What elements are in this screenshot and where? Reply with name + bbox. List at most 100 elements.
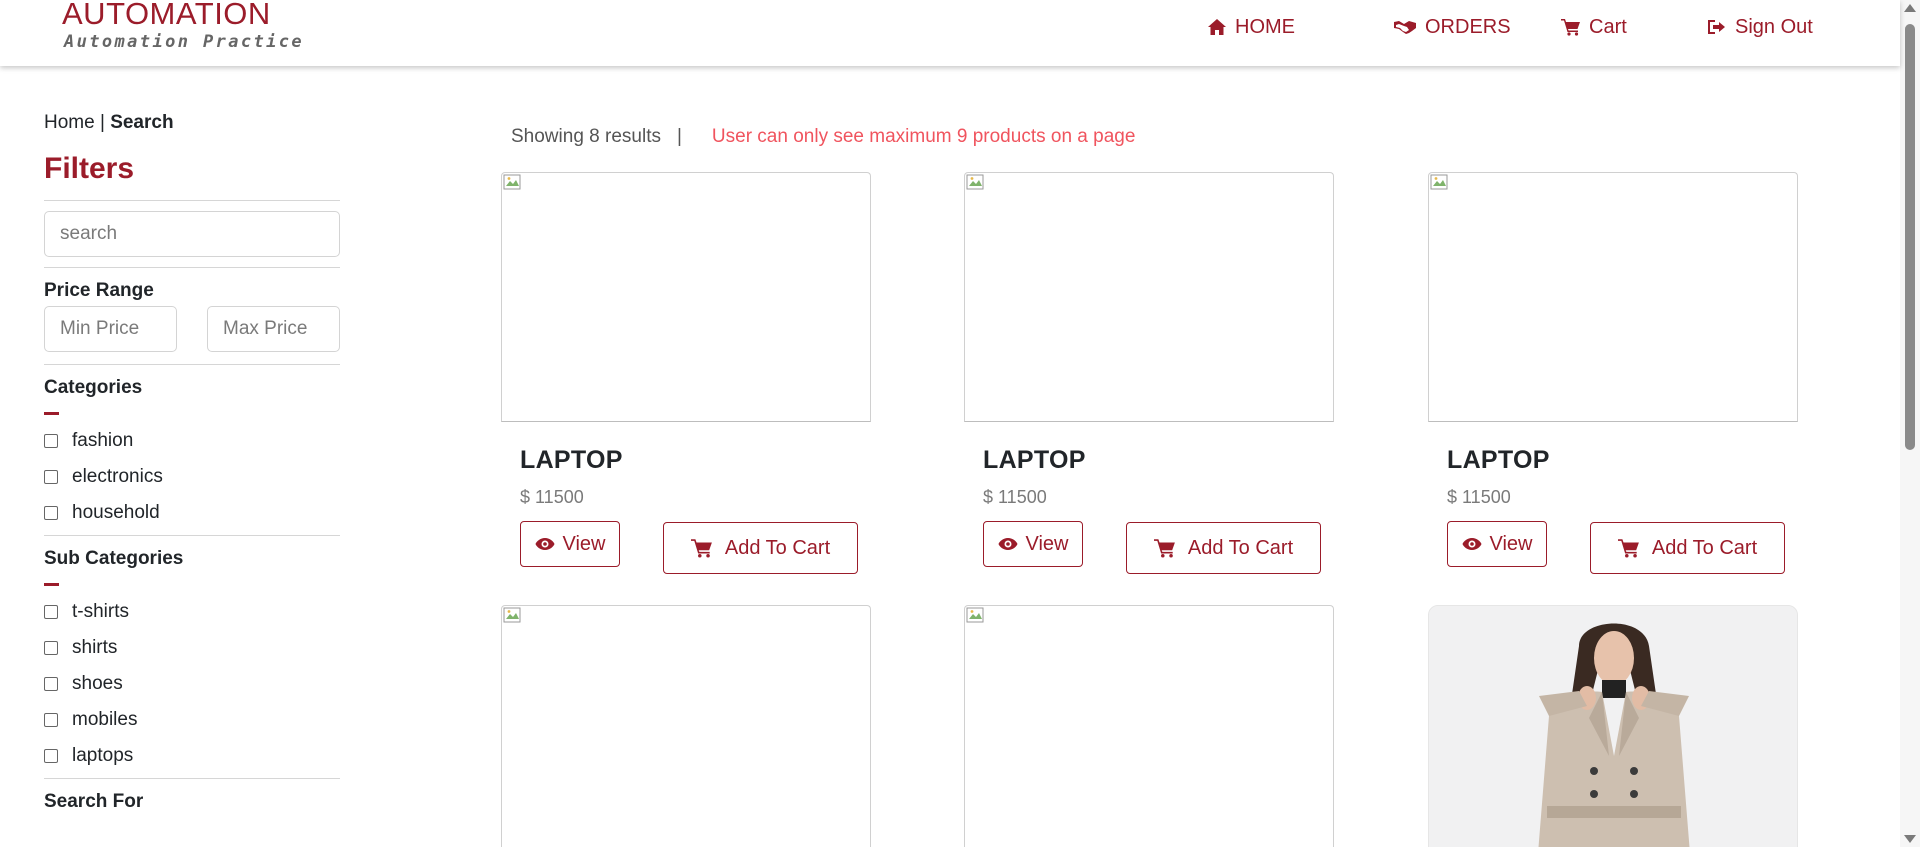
add-to-cart-label: Add To Cart [1187,536,1294,559]
category-label: electronics [72,466,163,487]
product-price: $ 11500 [983,487,1047,507]
broken-image-icon [966,607,984,623]
product-image-coat[interactable] [1428,605,1798,847]
cart-icon [690,539,712,558]
checkbox[interactable] [44,641,58,655]
results-limit-note: User can only see maximum 9 products on … [711,126,1136,147]
category-label: household [72,502,160,523]
checkbox[interactable] [44,749,58,763]
subcategory-label: t-shirts [72,601,129,622]
product-card: LAPTOP $ 11500 View Add To Cart [501,172,871,574]
cart-icon [1617,539,1639,558]
handshake-icon [1394,21,1416,34]
add-to-cart-label: Add To Cart [724,536,831,559]
product-price: $ 11500 [1447,487,1511,507]
nav-sign-out-label: Sign Out [1735,15,1813,38]
max-price-placeholder: Max Price [223,318,308,339]
eye-icon [535,538,554,550]
broken-image-icon [503,607,521,623]
brand-subtitle: Automation Practice [64,32,305,52]
scroll-down-arrow-icon[interactable] [1904,835,1916,843]
category-label: fashion [72,430,134,451]
subcategory-t-shirts[interactable]: t-shirts [44,594,340,630]
page-scrollbar[interactable] [1900,0,1920,847]
add-to-cart-button[interactable]: Add To Cart [663,522,858,574]
subcategory-shirts[interactable]: shirts [44,630,340,666]
checkbox[interactable] [44,605,58,619]
product-image[interactable] [964,605,1334,847]
checkbox[interactable] [44,470,58,484]
subcategory-laptops[interactable]: laptops [44,738,340,774]
home-icon [1208,19,1226,35]
subcategory-mobiles[interactable]: mobiles [44,702,340,738]
nav-cart[interactable]: Cart [1561,14,1627,40]
scrollbar-thumb[interactable] [1905,24,1915,450]
category-household[interactable]: household [44,495,340,531]
nav-orders[interactable]: ORDERS [1393,14,1511,40]
product-card [501,605,871,847]
results-summary: Showing 8 results | User can only see ma… [511,126,1135,148]
subcategory-label: laptops [72,745,134,766]
checkbox[interactable] [44,713,58,727]
brand-title: AUTOMATION [62,0,271,31]
nav-home[interactable]: HOME [1207,14,1295,40]
product-card: LAPTOP $ 11500 View Add To Cart [1428,172,1798,574]
brand-logo[interactable]: AUTOMATION Automation Practice [62,0,304,52]
product-name: LAPTOP [520,446,623,474]
eye-icon [1462,538,1481,550]
product-name: LAPTOP [983,446,1086,474]
breadcrumb-home[interactable]: Home [44,112,95,133]
add-to-cart-label: Add To Cart [1651,536,1758,559]
search-input-placeholder: search [60,223,118,244]
view-button-label: View [562,532,606,555]
divider [44,200,340,201]
divider [44,778,340,779]
search-input[interactable]: search [44,211,340,257]
category-electronics[interactable]: electronics [44,459,340,495]
product-card [1428,605,1798,847]
subcategory-label: mobiles [72,709,138,730]
nav-orders-label: ORDERS [1425,15,1511,38]
view-button[interactable]: View [520,521,620,567]
min-price-placeholder: Min Price [60,318,140,339]
broken-image-icon [503,174,521,190]
nav-home-label: HOME [1235,15,1295,38]
categories-label: Categories [44,377,143,398]
breadcrumb: Home | Search [44,112,340,134]
subcategory-shoes[interactable]: shoes [44,666,340,702]
eye-icon [998,538,1017,550]
breadcrumb-separator: | [99,112,105,133]
section-accent-bar [44,583,59,586]
cart-icon [1561,19,1580,36]
coat-model-photo [1429,606,1797,847]
min-price-input[interactable]: Min Price [44,306,177,352]
section-accent-bar [44,412,59,415]
product-image[interactable] [501,605,871,847]
subcategory-label: shirts [72,637,118,658]
categories-list: fashion electronics household [44,423,340,531]
scroll-up-arrow-icon[interactable] [1904,4,1916,12]
sign-out-icon [1708,20,1725,34]
price-range-label: Price Range [44,280,154,301]
filters-title: Filters [44,152,135,185]
max-price-input[interactable]: Max Price [207,306,340,352]
product-card [964,605,1334,847]
checkbox[interactable] [44,434,58,448]
checkbox[interactable] [44,506,58,520]
view-button[interactable]: View [983,521,1083,567]
product-image[interactable] [964,172,1334,422]
add-to-cart-button[interactable]: Add To Cart [1590,522,1785,574]
product-image[interactable] [501,172,871,422]
product-image[interactable] [1428,172,1798,422]
nav-sign-out[interactable]: Sign Out [1707,14,1813,40]
category-fashion[interactable]: fashion [44,423,340,459]
divider [44,267,340,268]
broken-image-icon [966,174,984,190]
add-to-cart-button[interactable]: Add To Cart [1126,522,1321,574]
filters-sidebar: Home | Search Filters search Price Range… [44,112,340,813]
view-button[interactable]: View [1447,521,1547,567]
checkbox[interactable] [44,677,58,691]
subcategory-label: shoes [72,673,123,694]
product-name: LAPTOP [1447,446,1550,474]
view-button-label: View [1025,532,1069,555]
